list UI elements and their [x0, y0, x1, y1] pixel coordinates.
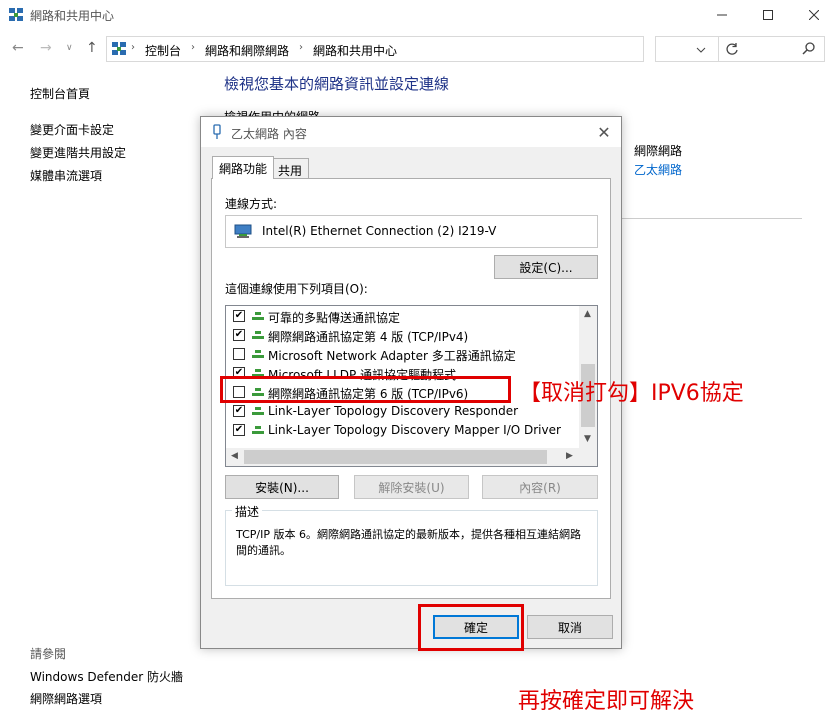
adapter-field: Intel(R) Ethernet Connection (2) I219-V	[225, 215, 598, 248]
recent-locations-icon[interactable]: ∨	[66, 43, 73, 53]
description-group: 描述 TCP/IP 版本 6。網際網路通訊協定的最新版本，提供各種相互連結網路間…	[225, 503, 598, 586]
dialog-titlebar: 乙太網路 內容 ✕	[201, 117, 621, 147]
see-also-heading: 請參閱	[30, 647, 67, 661]
item-label: Microsoft Network Adapter 多工器通訊協定	[268, 349, 516, 363]
protocol-icon	[251, 405, 265, 420]
control-panel-home-link[interactable]: 控制台首頁	[30, 85, 90, 102]
tab-sharing[interactable]: 共用	[271, 158, 310, 179]
search-input[interactable]	[655, 36, 825, 62]
description-text: TCP/IP 版本 6。網際網路通訊協定的最新版本，提供各種相互連結網路間的通訊…	[236, 528, 581, 557]
horizontal-scrollbar[interactable]: ◀ ▶	[226, 448, 597, 466]
address-bar[interactable]: › 控制台 › 網路和網際網路 › 網路和共用中心	[106, 36, 738, 62]
close-icon	[809, 10, 819, 20]
change-advanced-sharing-link[interactable]: 變更進階共用設定	[30, 144, 126, 161]
maximize-icon	[763, 10, 773, 20]
protocol-icon	[251, 424, 265, 439]
horizontal-scroll-thumb[interactable]	[244, 450, 547, 464]
breadcrumb-separator-icon[interactable]: ›	[299, 42, 303, 53]
section-divider	[620, 218, 802, 219]
install-button[interactable]: 安裝(N)...	[225, 475, 339, 499]
item-checkbox[interactable]: ✔	[233, 310, 245, 322]
breadcrumb-network-internet[interactable]: 網路和網際網路	[205, 42, 289, 59]
minimize-icon	[717, 14, 727, 16]
properties-button[interactable]: 內容(R)	[482, 475, 598, 499]
items-label: 這個連線使用下列項目(O):	[225, 282, 368, 296]
breadcrumb-separator-icon[interactable]: ›	[191, 42, 195, 53]
cancel-button[interactable]: 取消	[527, 615, 613, 639]
list-item[interactable]: ✔ 網際網路通訊協定第 4 版 (TCP/IPv4)	[226, 326, 579, 345]
internet-options-link[interactable]: 網際網路選項	[30, 690, 102, 707]
maximize-button[interactable]	[745, 0, 791, 30]
protocol-icon	[251, 329, 265, 344]
forward-arrow-icon[interactable]: →	[40, 40, 52, 56]
breadcrumb-separator-icon[interactable]: ›	[131, 42, 135, 53]
item-label: 可靠的多點傳送通訊協定	[268, 311, 401, 325]
scroll-left-icon[interactable]: ◀	[231, 451, 238, 461]
dialog-title: 乙太網路 內容	[231, 127, 307, 141]
access-type-value: 網際網路	[634, 144, 683, 158]
item-checkbox[interactable]: ✔	[233, 329, 245, 341]
tab-networking[interactable]: 網路功能	[212, 156, 275, 179]
control-panel-icon	[111, 41, 127, 57]
window-title: 網路和共用中心	[30, 9, 115, 23]
dialog-close-icon[interactable]: ✕	[593, 121, 615, 143]
window-titlebar: 網路和共用中心	[0, 0, 837, 30]
search-icon	[802, 41, 816, 58]
media-streaming-link[interactable]: 媒體串流選項	[30, 167, 102, 184]
list-item[interactable]: ✔ 可靠的多點傳送通訊協定	[226, 307, 579, 326]
page-title: 檢視您基本的網路資訊並設定連線	[224, 75, 450, 93]
close-button[interactable]	[791, 0, 837, 30]
list-item[interactable]: Microsoft Network Adapter 多工器通訊協定	[226, 345, 579, 364]
network-adapter-icon	[211, 124, 223, 143]
ipv6-highlight-box	[220, 376, 511, 403]
ok-annotation: 再按確定即可解決	[518, 689, 695, 714]
scroll-down-icon[interactable]: ▼	[584, 434, 591, 444]
protocol-icon	[251, 310, 265, 325]
up-arrow-icon[interactable]: ↑	[86, 40, 98, 56]
item-label: 網際網路通訊協定第 4 版 (TCP/IPv4)	[268, 330, 469, 344]
breadcrumb-control-panel[interactable]: 控制台	[145, 42, 181, 59]
ethernet-adapter-icon	[234, 223, 252, 242]
item-checkbox[interactable]: ✔	[233, 424, 245, 436]
change-adapter-settings-link[interactable]: 變更介面卡設定	[30, 121, 114, 138]
ipv6-annotation: 【取消打勾】IPV6協定	[519, 381, 744, 406]
item-checkbox[interactable]: ✔	[233, 405, 245, 417]
description-title: 描述	[232, 503, 263, 520]
network-center-icon	[8, 7, 24, 23]
configure-button[interactable]: 設定(C)...	[494, 255, 598, 279]
list-item[interactable]: ✔ Link-Layer Topology Discovery Mapper I…	[226, 421, 579, 440]
scroll-right-icon[interactable]: ▶	[566, 451, 573, 461]
back-arrow-icon[interactable]: ←	[12, 40, 24, 56]
minimize-button[interactable]	[699, 0, 745, 30]
windows-defender-firewall-link[interactable]: Windows Defender 防火牆	[30, 668, 183, 685]
scroll-up-icon[interactable]: ▲	[584, 309, 591, 319]
item-label: Link-Layer Topology Discovery Mapper I/O…	[268, 423, 561, 437]
item-label: Link-Layer Topology Discovery Responder	[268, 404, 519, 418]
navigation-bar: ← → ∨ ↑ › 控制台 › 網路和網際網路 › 網路和共用中心	[0, 32, 837, 66]
adapter-name: Intel(R) Ethernet Connection (2) I219-V	[262, 224, 497, 238]
connect-using-label: 連線方式:	[225, 197, 278, 211]
breadcrumb-network-sharing-center[interactable]: 網路和共用中心	[313, 42, 397, 59]
ethernet-connection-link[interactable]: 乙太網路	[634, 161, 682, 178]
protocol-icon	[251, 348, 265, 363]
ok-highlight-box	[418, 604, 524, 651]
uninstall-button[interactable]: 解除安裝(U)	[354, 475, 469, 499]
item-checkbox[interactable]	[233, 348, 245, 360]
